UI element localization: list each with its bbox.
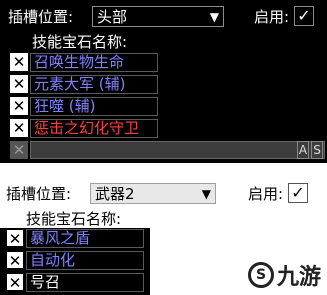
gem-name[interactable]: 自动化 <box>26 251 144 270</box>
enable-checkbox[interactable]: ✓ <box>294 6 314 26</box>
slot-position-value: 头部 <box>97 8 128 26</box>
slot-position-dropdown[interactable]: 武器2 ▼ <box>90 183 216 204</box>
remove-gem-button[interactable]: ✕ <box>10 97 28 115</box>
gem-name[interactable]: 号召 <box>26 273 144 292</box>
remove-gem-button-disabled: ✕ <box>10 141 28 159</box>
slot-position-value: 武器2 <box>95 185 135 203</box>
remove-gem-button[interactable]: ✕ <box>10 53 28 71</box>
btn-a[interactable]: A <box>297 141 309 159</box>
gem-name[interactable]: 召唤生物生命 <box>30 53 158 72</box>
slot-position-label: 插槽位置: <box>8 8 74 26</box>
enable-label: 启用: <box>254 8 290 26</box>
enable-checkbox[interactable]: ✓ <box>288 183 308 203</box>
remove-gem-button[interactable]: ✕ <box>6 273 24 292</box>
enable-label: 启用: <box>248 185 284 203</box>
slot-position-label: 插槽位置: <box>6 185 72 203</box>
btn-s[interactable]: S <box>311 141 323 159</box>
gems-header: 技能宝石名称: <box>26 210 122 228</box>
new-gem-input[interactable] <box>30 141 325 159</box>
slot-position-dropdown[interactable]: 头部 ▼ <box>92 6 224 27</box>
watermark: S 九游 <box>247 259 321 291</box>
chevron-down-icon: ▼ <box>209 10 219 24</box>
remove-gem-button[interactable]: ✕ <box>10 119 28 137</box>
gem-slot-panel-head: 插槽位置: 头部 ▼ 启用: ✓ 技能宝石名称: ✕ 召唤生物生命 ✕ 元素大军… <box>0 0 327 163</box>
gem-name[interactable]: 暴风之盾 <box>26 229 144 248</box>
watermark-text: 九游 <box>276 265 321 290</box>
remove-gem-button[interactable]: ✕ <box>6 229 24 248</box>
gems-header: 技能宝石名称: <box>32 33 128 51</box>
jiuyou-logo-icon: S <box>247 262 274 288</box>
remove-gem-button[interactable]: ✕ <box>6 251 24 270</box>
gem-name[interactable]: 狂噬 (辅) <box>30 97 158 116</box>
gem-name[interactable]: 惩击之幻化守卫 <box>30 119 158 138</box>
chevron-down-icon: ▼ <box>201 187 211 201</box>
gem-name[interactable]: 元素大军 (辅) <box>30 75 158 94</box>
remove-gem-button[interactable]: ✕ <box>10 75 28 93</box>
